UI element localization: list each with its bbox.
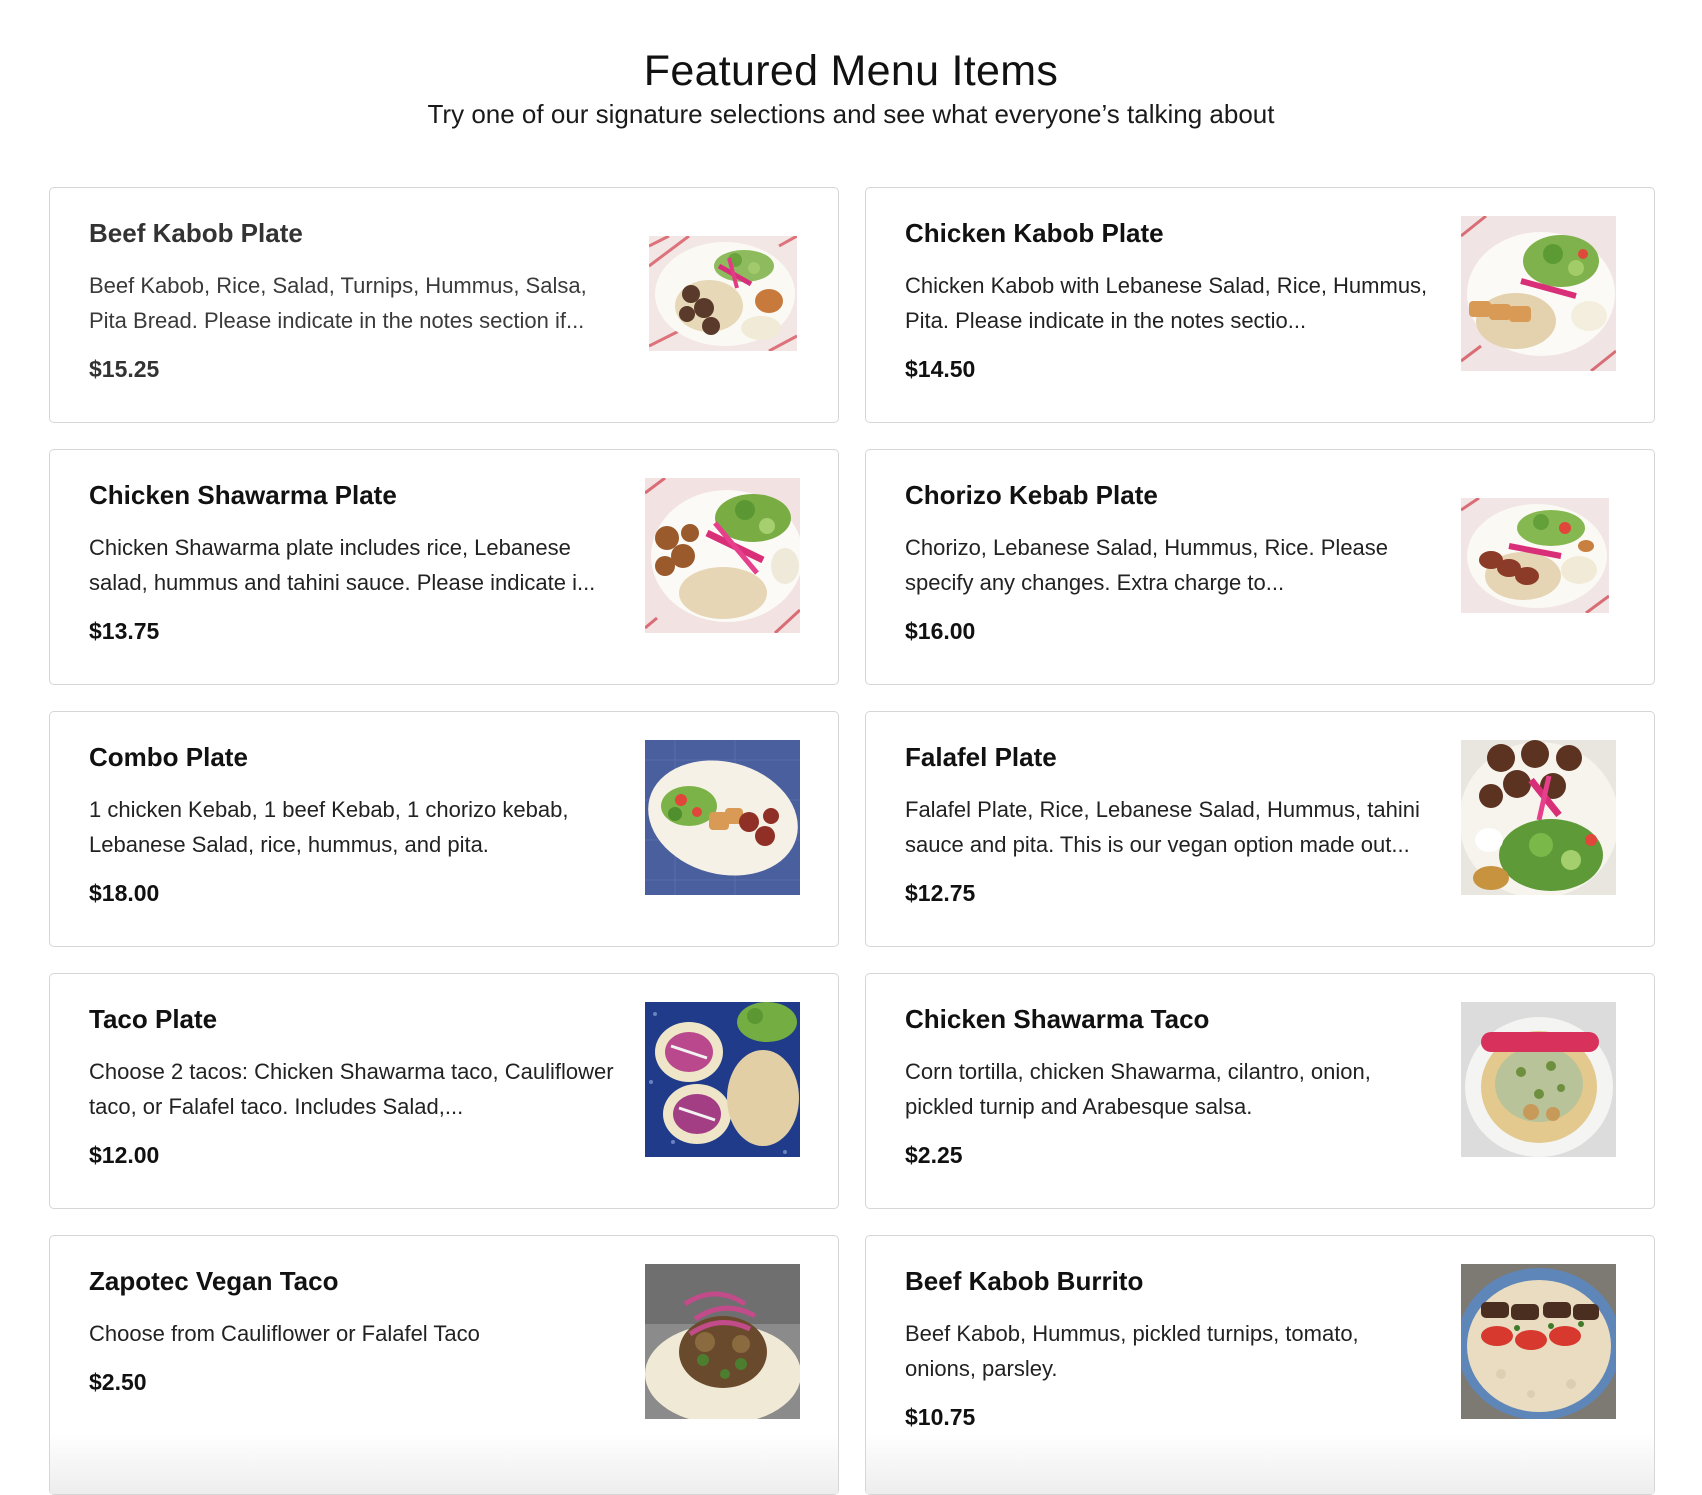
menu-item-price: $10.75 (905, 1404, 976, 1430)
menu-item-text: Beef Kabob Plate Beef Kabob, Rice, Salad… (89, 216, 619, 383)
menu-item-text: Chicken Kabob Plate Chicken Kabob with L… (905, 216, 1435, 383)
taco-plate-photo (645, 1002, 800, 1157)
menu-items-grid: Beef Kabob Plate Beef Kabob, Rice, Salad… (49, 187, 1655, 1495)
menu-item-name: Chicken Shawarma Taco (905, 1004, 1210, 1034)
menu-item-description: Corn tortilla, chicken Shawarma, cilantr… (905, 1059, 1371, 1119)
menu-item-description: Choose 2 tacos: Chicken Shawarma taco, C… (89, 1059, 614, 1119)
menu-item-card[interactable]: Beef Kabob Burrito Beef Kabob, Hummus, p… (865, 1235, 1655, 1495)
menu-item-text: Taco Plate Choose 2 tacos: Chicken Shawa… (89, 1002, 619, 1169)
chicken-shawarma-plate-photo (645, 478, 800, 633)
menu-item-name: Falafel Plate (905, 742, 1057, 772)
menu-item-description: Choose from Cauliflower or Falafel Taco (89, 1321, 480, 1346)
menu-item-price: $2.50 (89, 1369, 147, 1395)
menu-item-card[interactable]: Beef Kabob Plate Beef Kabob, Rice, Salad… (49, 187, 839, 423)
menu-item-card[interactable]: Chicken Kabob Plate Chicken Kabob with L… (865, 187, 1655, 423)
menu-item-text: Chicken Shawarma Plate Chicken Shawarma … (89, 478, 619, 645)
chicken-shawarma-taco-photo (1461, 1002, 1616, 1157)
menu-item-price: $15.25 (89, 356, 160, 382)
zapotec-vegan-taco-photo (645, 1264, 800, 1419)
menu-item-text: Chorizo Kebab Plate Chorizo, Lebanese Sa… (905, 478, 1435, 645)
menu-item-name: Combo Plate (89, 742, 248, 772)
menu-item-card[interactable]: Chicken Shawarma Taco Corn tortilla, chi… (865, 973, 1655, 1209)
menu-item-description: Beef Kabob, Hummus, pickled turnips, tom… (905, 1321, 1359, 1381)
menu-item-description: Falafel Plate, Rice, Lebanese Salad, Hum… (905, 797, 1420, 857)
menu-item-price: $18.00 (89, 880, 160, 906)
beef-kabob-burrito-photo (1461, 1264, 1616, 1419)
beef-kabob-plate-photo (645, 216, 800, 371)
menu-item-price: $12.75 (905, 880, 976, 906)
menu-item-price: $13.75 (89, 618, 160, 644)
menu-item-description: Chorizo, Lebanese Salad, Hummus, Rice. P… (905, 535, 1389, 595)
menu-item-name: Chicken Kabob Plate (905, 218, 1164, 248)
menu-item-text: Beef Kabob Burrito Beef Kabob, Hummus, p… (905, 1264, 1435, 1431)
menu-item-price: $12.00 (89, 1142, 160, 1168)
scroll-fade (866, 1434, 1654, 1494)
chicken-kabob-plate-photo (1461, 216, 1616, 371)
menu-item-price: $14.50 (905, 356, 976, 382)
menu-item-text: Combo Plate 1 chicken Kebab, 1 beef Keba… (89, 740, 619, 907)
menu-item-text: Zapotec Vegan Taco Choose from Cauliflow… (89, 1264, 619, 1396)
page-subtitle: Try one of our signature selections and … (427, 99, 1275, 129)
menu-item-description: 1 chicken Kebab, 1 beef Kebab, 1 chorizo… (89, 797, 569, 857)
menu-item-card[interactable]: Chorizo Kebab Plate Chorizo, Lebanese Sa… (865, 449, 1655, 685)
falafel-plate-photo (1461, 740, 1616, 895)
menu-item-card[interactable]: Taco Plate Choose 2 tacos: Chicken Shawa… (49, 973, 839, 1209)
menu-item-card[interactable]: Combo Plate 1 chicken Kebab, 1 beef Keba… (49, 711, 839, 947)
menu-item-name: Zapotec Vegan Taco (89, 1266, 339, 1296)
menu-item-name: Taco Plate (89, 1004, 218, 1034)
menu-item-name: Chorizo Kebab Plate (905, 480, 1158, 510)
menu-item-card[interactable]: Chicken Shawarma Plate Chicken Shawarma … (49, 449, 839, 685)
chorizo-kebab-plate-photo (1461, 478, 1616, 633)
menu-item-text: Chicken Shawarma Taco Corn tortilla, chi… (905, 1002, 1435, 1169)
menu-item-text: Falafel Plate Falafel Plate, Rice, Leban… (905, 740, 1435, 907)
menu-item-card[interactable]: Falafel Plate Falafel Plate, Rice, Leban… (865, 711, 1655, 947)
menu-item-description: Chicken Shawarma plate includes rice, Le… (89, 535, 596, 595)
menu-item-name: Beef Kabob Plate (89, 218, 303, 248)
menu-item-name: Beef Kabob Burrito (905, 1266, 1144, 1296)
menu-item-price: $16.00 (905, 618, 976, 644)
menu-item-card[interactable]: Zapotec Vegan Taco Choose from Cauliflow… (49, 1235, 839, 1495)
menu-item-name: Chicken Shawarma Plate (89, 480, 397, 510)
scroll-fade (50, 1434, 838, 1494)
page-title: Featured Menu Items (643, 46, 1059, 95)
menu-item-description: Chicken Kabob with Lebanese Salad, Rice,… (905, 273, 1428, 333)
menu-item-description: Beef Kabob, Rice, Salad, Turnips, Hummus… (89, 273, 587, 333)
menu-item-price: $2.25 (905, 1142, 963, 1168)
combo-plate-photo (645, 740, 800, 895)
